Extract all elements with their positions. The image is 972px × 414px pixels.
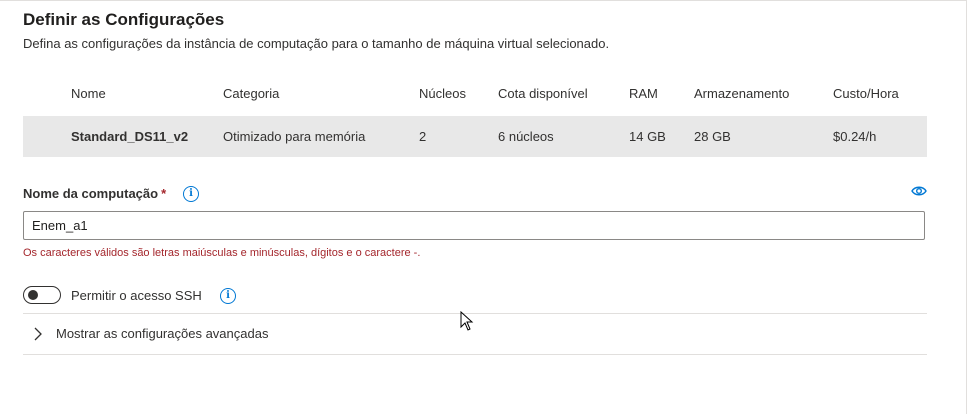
ssh-toggle-label: Permitir o acesso SSH — [71, 288, 202, 303]
vm-table-header: Nome Categoria Núcleos Cota disponível R… — [23, 78, 927, 110]
column-header-quota[interactable]: Cota disponível — [498, 78, 588, 110]
vm-category-cell: Otimizado para memória — [223, 129, 366, 144]
divider — [23, 313, 927, 314]
vm-ram-cell: 14 GB — [629, 129, 666, 144]
vm-name-cell: Standard_DS11_v2 — [71, 129, 189, 144]
info-icon[interactable]: i — [183, 186, 199, 202]
mouse-cursor-icon — [460, 311, 474, 331]
vm-cores-cell: 2 — [419, 129, 427, 144]
compute-name-label: Nome da computação * — [23, 186, 166, 201]
vm-cost-cell: $0.24/h — [833, 129, 877, 144]
column-header-storage[interactable]: Armazenamento — [694, 78, 789, 110]
column-header-cores[interactable]: Núcleos — [419, 78, 466, 110]
column-header-category[interactable]: Categoria — [223, 78, 279, 110]
column-header-ram[interactable]: RAM — [629, 78, 658, 110]
eye-icon[interactable] — [911, 185, 927, 197]
compute-name-label-text: Nome da computação — [23, 186, 159, 201]
ssh-toggle[interactable] — [23, 286, 61, 304]
vm-quota-cell: 6 núcleos — [498, 129, 554, 144]
right-border — [966, 0, 967, 414]
vm-storage-cell: 28 GB — [694, 129, 731, 144]
required-asterisk: * — [161, 186, 167, 201]
info-icon[interactable]: i — [220, 288, 236, 304]
validation-message: Os caracteres válidos são letras maiúscu… — [23, 247, 421, 259]
toggle-knob — [28, 290, 38, 300]
advanced-settings-expander[interactable]: Mostrar as configurações avançadas — [23, 315, 927, 353]
top-border — [0, 0, 966, 1]
advanced-settings-label: Mostrar as configurações avançadas — [56, 326, 269, 341]
table-row[interactable]: Standard_DS11_v2 Otimizado para memória … — [23, 116, 927, 157]
page-subtitle: Defina as configurações da instância de … — [23, 36, 610, 51]
column-header-cost[interactable]: Custo/Hora — [833, 78, 899, 110]
divider — [23, 354, 927, 355]
page-title: Definir as Configurações — [23, 10, 225, 29]
chevron-right-icon — [34, 327, 42, 341]
compute-name-input[interactable] — [23, 211, 925, 240]
column-header-name[interactable]: Nome — [71, 78, 106, 110]
